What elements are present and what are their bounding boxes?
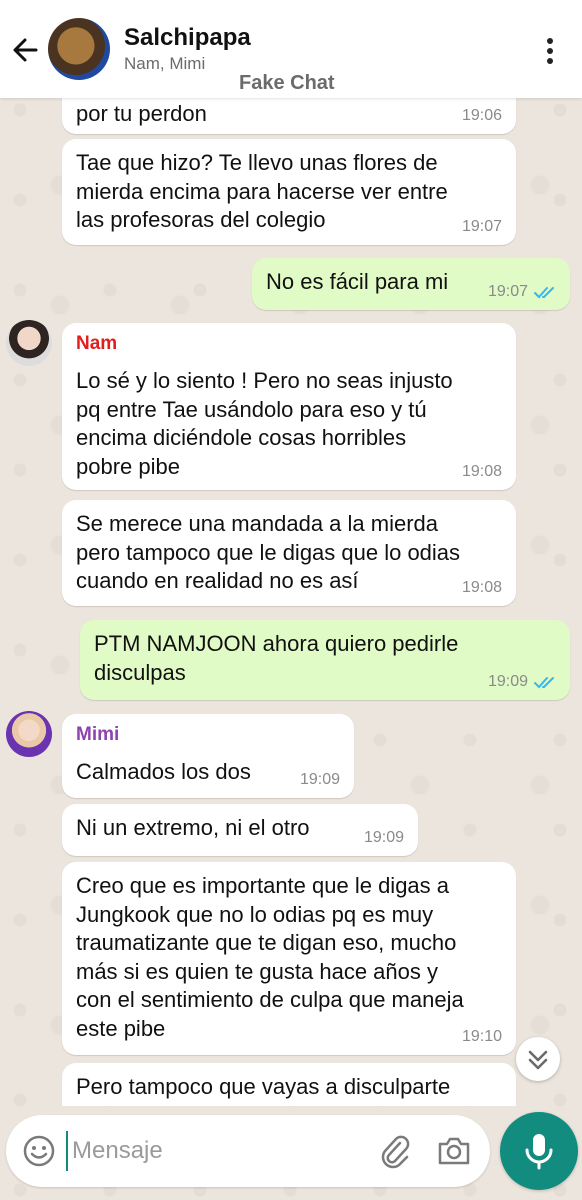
double-check-icon [534, 287, 554, 299]
message-time: 19:08 [461, 463, 502, 480]
chevron-double-down-icon [528, 1050, 548, 1070]
message-text: PTM NAMJOON ahora quiero pedirle disculp… [94, 631, 459, 685]
message-time: 19:09 [363, 829, 404, 846]
message-time: 19:10 [461, 1028, 502, 1045]
message-text: Pero tampoco que vayas a disculparte [76, 1074, 451, 1099]
message-text: Creo que es importante que le digas a Ju… [76, 873, 464, 1041]
message-time: 19:07 [487, 283, 528, 300]
message-bubble[interactable]: por tu perdon 19:06 [62, 98, 516, 134]
watermark-label: Fake Chat [239, 72, 335, 94]
camera-icon [438, 1137, 470, 1165]
camera-button[interactable] [436, 1133, 472, 1169]
message-bubble[interactable]: Pero tampoco que vayas a disculparte [62, 1063, 516, 1106]
outgoing-message-bubble[interactable]: PTM NAMJOON ahora quiero pedirle disculp… [80, 620, 570, 700]
attach-button[interactable] [378, 1133, 412, 1169]
message-input[interactable] [66, 1131, 362, 1171]
message-bubble[interactable]: Se merece una mandada a la mierda pero t… [62, 500, 516, 606]
back-arrow-icon [13, 38, 38, 62]
group-avatar[interactable] [48, 18, 110, 80]
message-text: Ni un extremo, ni el otro [76, 815, 310, 840]
message-time: 19:08 [461, 579, 502, 596]
sender-name[interactable]: Mimi [76, 724, 340, 746]
back-button[interactable] [8, 30, 42, 70]
emoji-button[interactable] [22, 1134, 56, 1168]
mic-icon [525, 1134, 553, 1170]
avatar[interactable] [6, 711, 52, 757]
chat-header: Salchipapa Nam, Mimi Fake Chat [0, 0, 582, 98]
attach-icon [381, 1135, 410, 1169]
message-composer [6, 1115, 490, 1187]
chat-title[interactable]: Salchipapa [124, 24, 251, 52]
message-text: Se merece una mandada a la mierda pero t… [76, 511, 461, 593]
message-text: por tu perdon [76, 101, 207, 126]
outgoing-message-bubble[interactable]: No es fácil para mi 19:07 [252, 258, 570, 310]
message-time: 19:06 [461, 107, 502, 124]
message-text: Lo sé y lo siento ! Pero no seas injusto… [76, 368, 453, 479]
message-bubble[interactable]: Creo que es importante que le digas a Ju… [62, 862, 516, 1055]
emoji-icon [23, 1135, 55, 1167]
chat-participants[interactable]: Nam, Mimi [124, 54, 205, 74]
sender-name[interactable]: Nam [76, 333, 502, 355]
message-text: Tae que hizo? Te llevo unas flores de mi… [76, 150, 448, 232]
double-check-icon [534, 677, 554, 689]
message-list[interactable]: por tu perdon 19:06 Tae que hizo? Te lle… [0, 98, 582, 1106]
message-bubble[interactable]: Ni un extremo, ni el otro 19:09 [62, 804, 418, 856]
avatar[interactable] [6, 320, 52, 366]
message-bubble[interactable]: Nam Lo sé y lo siento ! Pero no seas inj… [62, 323, 516, 490]
more-options-button[interactable] [536, 34, 564, 68]
message-bubble[interactable]: Mimi Calmados los dos 19:09 [62, 714, 354, 798]
message-time: 19:09 [299, 771, 340, 788]
message-time: 19:09 [487, 673, 528, 690]
message-bubble[interactable]: Tae que hizo? Te llevo unas flores de mi… [62, 139, 516, 245]
voice-message-button[interactable] [500, 1112, 578, 1190]
scroll-to-bottom-button[interactable] [516, 1037, 560, 1081]
message-time: 19:07 [461, 218, 502, 235]
